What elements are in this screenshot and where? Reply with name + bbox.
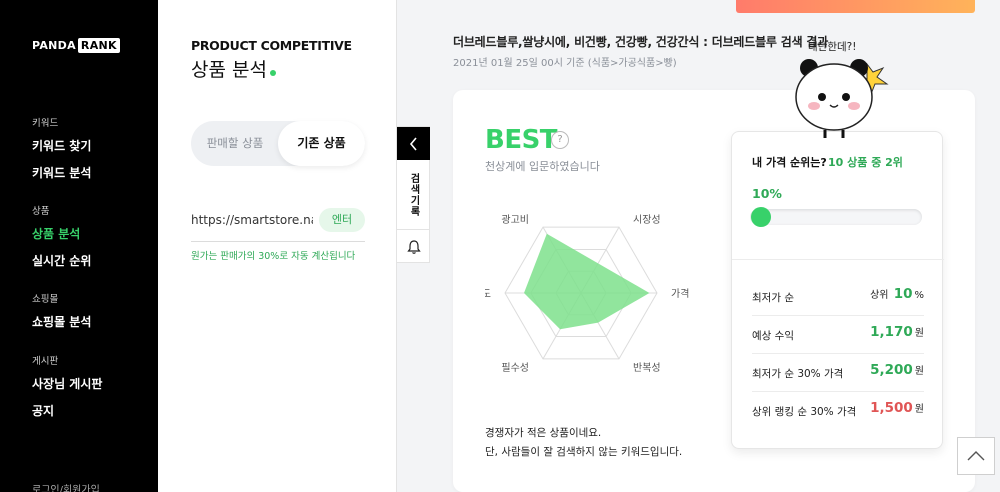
analysis-line-2: 단, 사람들이 잘 검색하지 않는 키워드입니다. <box>485 446 683 458</box>
price-row: 최저가 순 30% 가격 5,200 원 <box>752 354 924 392</box>
nav-group-keyword: 키워드 키워드 찾기 키워드 분석 <box>32 115 91 191</box>
search-result-date: 2021년 01월 25일 00시 기준 (식품>가공식품>빵) <box>453 58 677 69</box>
url-input[interactable] <box>191 209 313 231</box>
bell-icon <box>406 240 421 254</box>
analysis-line-1: 경쟁자가 적은 상품이네요. <box>485 427 602 439</box>
chevron-up-icon <box>967 451 985 461</box>
top-banner <box>736 0 975 13</box>
nav-category: 키워드 <box>32 118 59 129</box>
price-slider-knob[interactable] <box>751 207 772 227</box>
price-row-unit: % <box>914 290 924 301</box>
price-row-label: 예상 수익 <box>752 330 794 342</box>
tab-search-history[interactable]: 검색기록 <box>397 160 430 230</box>
chevron-left-icon <box>409 136 417 151</box>
toggle-new-product[interactable]: 판매할 상품 <box>191 121 279 166</box>
help-icon[interactable]: ? <box>551 131 569 149</box>
divider <box>732 259 944 260</box>
price-rank-question: 내 가격 순위는? <box>752 156 827 169</box>
nav-group-board: 게시판 사장님 게시판 공지 <box>32 353 102 429</box>
price-row-label: 최저가 순 30% 가격 <box>752 368 844 380</box>
green-dot-icon <box>269 70 276 76</box>
nav-item-notice[interactable]: 공지 <box>32 402 102 419</box>
nav-item-keyword-analysis[interactable]: 키워드 분석 <box>32 164 91 181</box>
panda-mascot-icon <box>795 59 889 138</box>
nav-category: 상품 <box>32 206 50 217</box>
price-row: 최저가 순 상위 10% <box>752 278 924 316</box>
radar-chart: 광고비 시장성가격반복성 필수성 경쟁도 <box>485 214 689 374</box>
radar-axis-label: 경쟁도 <box>485 287 491 300</box>
panel-title: 상품 분석 <box>191 55 276 82</box>
side-tabs: 검색기록 <box>397 126 430 263</box>
collapse-button[interactable] <box>397 127 430 160</box>
login-link[interactable]: 로그인/회원가입 <box>32 481 100 492</box>
nav-item-realtime-rank[interactable]: 실시간 순위 <box>32 252 91 269</box>
price-row-unit: 원 <box>914 366 924 377</box>
price-row-number: 1,500 <box>870 400 913 416</box>
radar-axis-label: 필수성 <box>501 362 529 374</box>
notification-button[interactable] <box>397 231 430 263</box>
price-row-number: 5,200 <box>870 362 913 378</box>
input-panel: PRODUCT COMPETITIVE 상품 분석 판매할 상품 기존 상품 엔… <box>158 0 397 492</box>
price-row: 상위 랭킹 순 30% 가격 1,500 원 <box>752 392 924 430</box>
url-row: 엔터 <box>191 206 365 242</box>
price-row-unit: 원 <box>914 404 924 415</box>
panel-title-en: PRODUCT COMPETITIVE <box>191 38 352 53</box>
price-row-number: 10 <box>893 286 913 302</box>
price-slider[interactable] <box>750 207 922 227</box>
nav-category: 게시판 <box>32 356 59 367</box>
sidebar: PANDA RANK 키워드 키워드 찾기 키워드 분석 상품 상품 분석 실시… <box>0 0 158 492</box>
price-row-value: 상위 10% <box>870 286 924 302</box>
price-row-number: 1,170 <box>870 324 913 340</box>
price-percent-label: 10% <box>752 186 782 201</box>
grade-description: 천상계에 입문하였습니다 <box>485 160 600 173</box>
price-row-value: 1,170 원 <box>868 324 924 340</box>
nav-group-shop: 쇼핑몰 쇼핑몰 분석 <box>32 291 91 340</box>
price-row-prefix: 상위 <box>870 290 892 301</box>
toggle-existing-product[interactable]: 기존 상품 <box>278 121 365 166</box>
logo[interactable]: PANDA RANK <box>32 38 120 53</box>
search-result-title: 더브레드블루,쌀냥시에, 비건빵, 건강빵, 건강간식 : 더브레드블루 검색 … <box>453 35 829 49</box>
nav-category: 쇼핑몰 <box>32 294 59 305</box>
cost-note: 원가는 판매가의 30%로 자동 계산됩니다 <box>191 251 356 262</box>
price-row-unit: 원 <box>914 328 924 339</box>
price-row-value: 5,200 원 <box>868 362 924 378</box>
scroll-top-button[interactable] <box>957 437 995 475</box>
nav-item-owner-board[interactable]: 사장님 게시판 <box>32 375 102 392</box>
nav-item-product-analysis[interactable]: 상품 분석 <box>32 225 91 242</box>
nav-item-keyword-find[interactable]: 키워드 찾기 <box>32 137 91 154</box>
radar-axis-label: 광고비 <box>501 214 529 226</box>
radar-axis-label: 가격 <box>671 287 689 300</box>
price-row: 예상 수익 1,170 원 <box>752 316 924 354</box>
price-row-value: 1,500 원 <box>868 400 924 416</box>
nav-item-shop-analysis[interactable]: 쇼핑몰 분석 <box>32 313 91 330</box>
product-type-toggle: 판매할 상품 기존 상품 <box>191 121 365 166</box>
nav-group-product: 상품 상품 분석 실시간 순위 <box>32 203 91 279</box>
radar-axis-label: 시장성 <box>633 214 661 226</box>
grade-label: BEST <box>485 125 558 155</box>
enter-button[interactable]: 엔터 <box>319 208 365 232</box>
tab-search-history-label: 검색기록 <box>408 172 419 217</box>
radar-axis-label: 반복성 <box>633 362 661 374</box>
logo-badge: RANK <box>77 38 120 53</box>
price-rank-card: 내 가격 순위는? 10 상품 중 2위 10% 최저가 순 상위 10% 예상… <box>731 131 944 449</box>
price-row-label: 최저가 순 <box>752 292 794 304</box>
mascot-speech: 대단한데?! <box>808 41 857 53</box>
logo-text: PANDA <box>32 39 76 52</box>
price-row-label: 상위 랭킹 순 30% 가격 <box>752 406 857 418</box>
panel-title-text: 상품 분석 <box>191 59 267 81</box>
price-rank-value: 10 상품 중 2위 <box>828 156 903 169</box>
